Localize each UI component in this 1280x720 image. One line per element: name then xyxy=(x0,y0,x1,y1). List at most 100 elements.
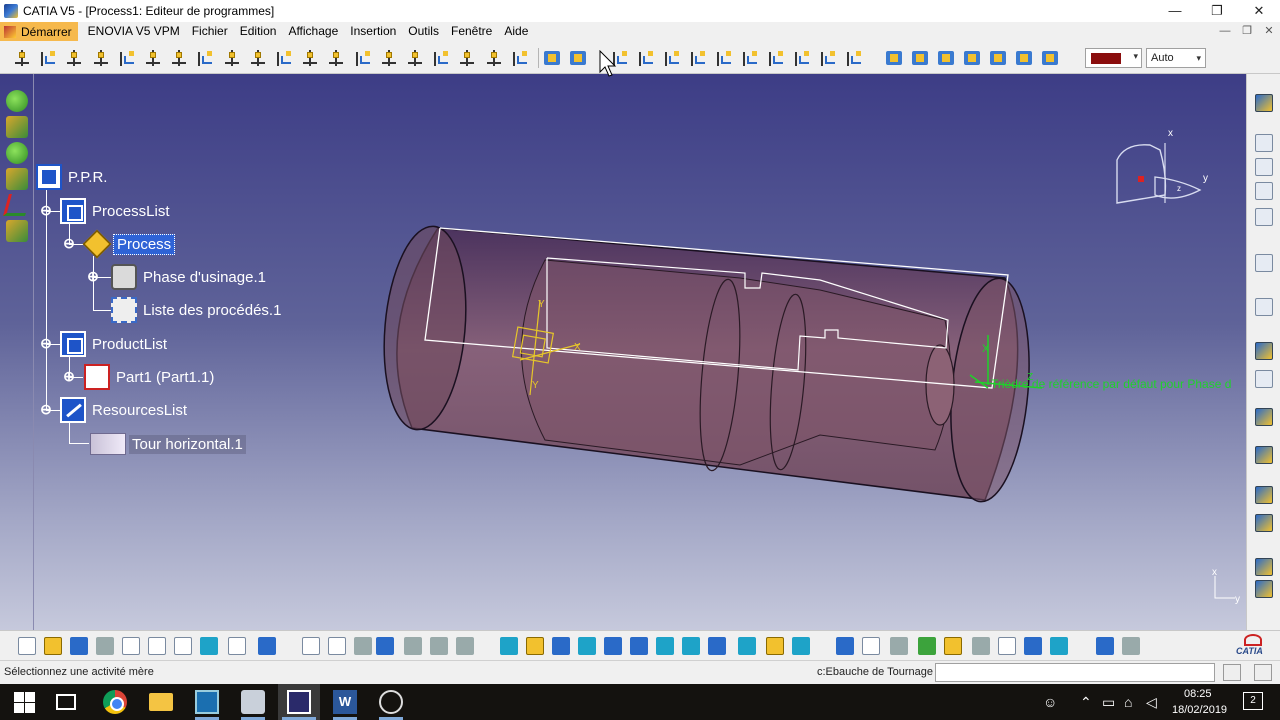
turning-icon[interactable] xyxy=(457,48,477,68)
tree-node-part[interactable]: Part1 (Part1.1) xyxy=(84,364,217,390)
compass-widget[interactable]: x y z xyxy=(1105,125,1215,220)
minimize-button[interactable]: — xyxy=(1154,0,1196,22)
tool-path-icon[interactable] xyxy=(1255,514,1273,532)
expand-icon[interactable]: ⊕ xyxy=(86,269,100,284)
undo-icon[interactable] xyxy=(200,637,218,655)
document-icon[interactable] xyxy=(962,48,982,68)
program-icon[interactable] xyxy=(568,48,588,68)
multi-view-icon[interactable] xyxy=(682,637,700,655)
tool-catalog-icon[interactable] xyxy=(884,48,904,68)
open-folder-icon[interactable] xyxy=(44,637,62,655)
profile-finishing-icon[interactable] xyxy=(740,48,760,68)
app-icon[interactable] xyxy=(241,690,265,714)
grid-icon[interactable] xyxy=(862,637,880,655)
axis-annotation[interactable]: Trièdre de référence par défaut pour Pha… xyxy=(991,377,1244,391)
ramping-icon[interactable] xyxy=(431,48,451,68)
menu-edition[interactable]: Edition xyxy=(234,22,283,41)
center-drill-icon[interactable] xyxy=(379,48,399,68)
close-button[interactable]: ✕ xyxy=(1238,0,1280,22)
expand-icon[interactable]: ⊕ xyxy=(62,369,76,384)
iso-view-icon[interactable] xyxy=(708,637,726,655)
machine-editor-icon[interactable] xyxy=(1014,48,1034,68)
chamfer-icon[interactable] xyxy=(353,48,373,68)
select-icon[interactable] xyxy=(1255,298,1273,316)
table-icon[interactable] xyxy=(376,637,394,655)
restore-button[interactable]: ❐ xyxy=(1196,0,1238,22)
chevron-up-icon[interactable]: ⌃ xyxy=(1080,694,1092,711)
parallel-contour-icon[interactable] xyxy=(662,48,682,68)
shading-icon[interactable] xyxy=(738,637,756,655)
print-icon[interactable] xyxy=(96,637,114,655)
recess-turning-icon[interactable] xyxy=(714,48,734,68)
groove-finishing-icon[interactable] xyxy=(766,48,786,68)
paste-icon[interactable] xyxy=(174,637,192,655)
menu-enovia[interactable]: ENOVIA V5 VPM xyxy=(82,22,186,41)
pan-icon[interactable] xyxy=(552,637,570,655)
tree-node-ppr[interactable]: P.P.R. xyxy=(36,164,110,190)
tree-node-process[interactable]: Process xyxy=(82,229,176,259)
rotate-icon[interactable] xyxy=(578,637,596,655)
part-operation-icon[interactable] xyxy=(542,48,562,68)
fly-mode-icon[interactable] xyxy=(500,637,518,655)
doc-close-button[interactable]: ✕ xyxy=(1258,22,1280,41)
tree-node-procedures[interactable]: Liste des procédés.1 xyxy=(111,297,284,323)
command-button[interactable] xyxy=(1223,664,1241,681)
boring-icon[interactable] xyxy=(300,48,320,68)
sheet-icon[interactable] xyxy=(1255,134,1273,152)
clock-date[interactable]: 18/02/2019 xyxy=(1172,704,1227,716)
simulation-icon[interactable] xyxy=(1040,48,1060,68)
tree-icon[interactable] xyxy=(404,637,422,655)
material-icon[interactable] xyxy=(918,637,936,655)
zoom-in-icon[interactable] xyxy=(604,637,622,655)
material-icon[interactable] xyxy=(1255,580,1273,598)
color-selector[interactable]: ▾ xyxy=(1085,48,1142,68)
tool-path-icon[interactable] xyxy=(1255,486,1273,504)
tool-change-icon[interactable] xyxy=(1255,254,1273,272)
save-icon[interactable] xyxy=(70,637,88,655)
spot-drill-icon[interactable] xyxy=(222,48,242,68)
filter-icon[interactable] xyxy=(354,637,372,655)
tree-node-productlist[interactable]: ProductList xyxy=(60,331,170,357)
grooving-icon[interactable] xyxy=(64,48,84,68)
app-icon[interactable] xyxy=(195,690,219,714)
tool-change-icon[interactable] xyxy=(484,48,504,68)
collapse-icon[interactable]: ⊖ xyxy=(39,402,53,417)
tree-node-resourceslist[interactable]: ResourcesList xyxy=(60,397,190,423)
recess-icon[interactable] xyxy=(91,48,111,68)
normal-view-icon[interactable] xyxy=(656,637,674,655)
menu-fichier[interactable]: Fichier xyxy=(186,22,234,41)
axis-icon[interactable] xyxy=(3,194,31,216)
roughing-icon[interactable] xyxy=(38,48,58,68)
copy-icon[interactable] xyxy=(148,637,166,655)
doc-minimize-button[interactable]: — xyxy=(1214,22,1236,41)
snap-icon[interactable] xyxy=(944,637,962,655)
tree-node-processlist[interactable]: ProcessList xyxy=(60,198,173,224)
reaming-icon[interactable] xyxy=(248,48,268,68)
collapse-icon[interactable]: ⊖ xyxy=(39,203,53,218)
face-roughing-icon[interactable] xyxy=(636,48,656,68)
layout-icon[interactable] xyxy=(998,637,1016,655)
catalog-icon[interactable] xyxy=(1255,94,1273,112)
table-icon[interactable] xyxy=(1255,370,1273,388)
tapping-icon[interactable] xyxy=(274,48,294,68)
groove-finish-icon[interactable] xyxy=(143,48,163,68)
goto-position-icon[interactable] xyxy=(1255,408,1273,426)
back-spot-icon[interactable] xyxy=(405,48,425,68)
menu-affichage[interactable]: Affichage xyxy=(282,22,344,41)
sequential-turning-icon[interactable] xyxy=(818,48,838,68)
nc-output-icon[interactable] xyxy=(910,48,930,68)
command-input[interactable] xyxy=(935,663,1215,682)
machining-icon[interactable] xyxy=(6,116,28,138)
shield-icon[interactable] xyxy=(6,142,28,164)
thread-turning-icon[interactable] xyxy=(792,48,812,68)
app-icon[interactable] xyxy=(379,690,403,714)
menu-insertion[interactable]: Insertion xyxy=(344,22,402,41)
windows-start-icon[interactable] xyxy=(12,690,36,714)
battery-icon[interactable]: ▭ xyxy=(1102,694,1115,711)
comment-icon[interactable] xyxy=(328,637,346,655)
line-style-selector[interactable]: Auto ▾ xyxy=(1146,48,1206,68)
tree-node-machine[interactable]: Tour horizontal.1 xyxy=(90,431,246,457)
simulation-icon[interactable] xyxy=(1255,558,1273,576)
cut-icon[interactable] xyxy=(122,637,140,655)
catia-taskbar-icon[interactable] xyxy=(287,690,311,714)
